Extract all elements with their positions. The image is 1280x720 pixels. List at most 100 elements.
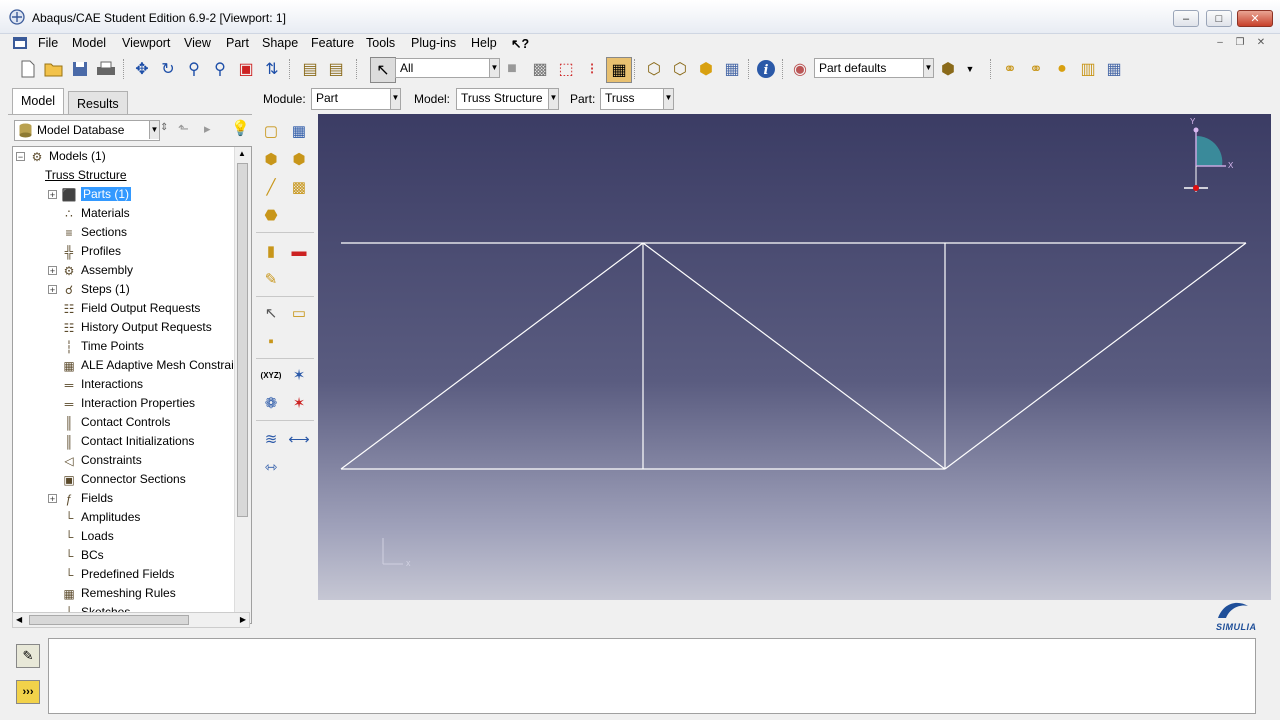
- tree-item-profiles[interactable]: ╬ Profiles: [61, 242, 121, 261]
- boolean-intersect-icon[interactable]: ⚭: [1024, 57, 1048, 81]
- datum-point-icon[interactable]: ▭: [286, 300, 312, 326]
- menu-viewport[interactable]: Viewport: [122, 36, 170, 50]
- tree-item-parts[interactable]: + ⬛ Parts (1): [48, 185, 132, 204]
- viewport-canvas[interactable]: Y X x: [318, 114, 1271, 600]
- tree-item-sections[interactable]: ≡ Sections: [61, 223, 127, 242]
- menu-tools[interactable]: Tools: [366, 36, 395, 50]
- assembly-tools-icon[interactable]: ▥: [1076, 57, 1100, 81]
- close-button[interactable]: ✕: [1237, 10, 1273, 27]
- chevron-down-icon[interactable]: ▼: [958, 57, 982, 81]
- tree-item-history-output[interactable]: ☷ History Output Requests: [61, 318, 212, 337]
- query-point-icon[interactable]: ↖: [258, 300, 284, 326]
- datum-plane-icon[interactable]: ▤: [298, 57, 322, 81]
- select-points-icon[interactable]: ⁝: [580, 57, 604, 81]
- chevron-down-icon[interactable]: ▼: [923, 59, 933, 77]
- parent-level-icon[interactable]: ⬑: [178, 121, 189, 137]
- scroll-up-icon[interactable]: ▲: [238, 149, 246, 158]
- select-box-icon[interactable]: ⬚: [554, 57, 578, 81]
- chevron-down-icon[interactable]: ▼: [390, 89, 400, 109]
- tree-item-materials[interactable]: ∴ Materials: [61, 204, 130, 223]
- menu-part[interactable]: Part: [226, 36, 249, 50]
- mesh-render-icon[interactable]: ▦: [720, 57, 744, 81]
- model-database-combo[interactable]: Model Database ▼: [14, 120, 160, 141]
- wireframe-icon[interactable]: ⬡: [642, 57, 666, 81]
- chevron-down-icon[interactable]: ▼: [548, 89, 558, 109]
- query-info-icon[interactable]: i: [754, 57, 778, 81]
- tab-results[interactable]: Results: [68, 91, 128, 114]
- pan-icon[interactable]: ✥: [130, 57, 154, 81]
- table-icon[interactable]: ▦: [1102, 57, 1126, 81]
- scroll-right-icon[interactable]: ▶: [240, 615, 246, 624]
- mdi-close-button[interactable]: ✕: [1254, 37, 1268, 49]
- chevron-down-icon[interactable]: ▼: [149, 121, 159, 139]
- scroll-left-icon[interactable]: ◀: [16, 615, 22, 624]
- datum-axis-tool-icon[interactable]: ✶: [286, 362, 312, 388]
- tree-item-interactions[interactable]: ═ Interactions: [61, 375, 143, 394]
- module-combo[interactable]: Part ▼: [311, 88, 401, 110]
- rotate-icon[interactable]: ↻: [156, 57, 180, 81]
- create-part-icon[interactable]: ▢: [258, 118, 284, 144]
- selection-filter-combo[interactable]: All ▼: [395, 58, 500, 78]
- collapse-tree-icon[interactable]: ▸: [204, 121, 211, 137]
- datum-xyz-icon[interactable]: (XYZ): [258, 362, 284, 388]
- tree-item-contact-init[interactable]: ║ Contact Initializations: [61, 432, 195, 451]
- chevron-down-icon[interactable]: ▼: [663, 89, 673, 109]
- message-area-icon[interactable]: ✎: [16, 644, 40, 668]
- tree-item-predefined-fields[interactable]: └ Predefined Fields: [61, 565, 175, 584]
- context-help-button[interactable]: ↖?: [511, 36, 529, 51]
- boolean-union-icon[interactable]: ⚭: [998, 57, 1022, 81]
- save-icon[interactable]: [68, 57, 92, 81]
- hidden-line-icon[interactable]: ⬡: [668, 57, 692, 81]
- create-solid-extrude-icon[interactable]: ⬢: [258, 146, 284, 172]
- tree-vertical-scrollbar[interactable]: ▲▼: [234, 147, 251, 623]
- datum-axis-icon[interactable]: ▤: [324, 57, 348, 81]
- tree-item-field-output[interactable]: ☷ Field Output Requests: [61, 299, 201, 318]
- sphere-icon[interactable]: ●: [1050, 57, 1074, 81]
- python-prompt-icon[interactable]: ›››: [16, 680, 40, 704]
- tree-item-ale-mesh[interactable]: ▦ ALE Adaptive Mesh Constrai: [61, 356, 233, 375]
- display-group-icon[interactable]: ⬢: [936, 57, 960, 81]
- create-shell-icon[interactable]: ⬢: [286, 146, 312, 172]
- tree-expander[interactable]: +: [48, 285, 57, 295]
- tree-item-interaction-properties[interactable]: ═ Interaction Properties: [61, 394, 195, 413]
- maximize-button[interactable]: □: [1206, 10, 1232, 27]
- tab-model[interactable]: Model: [12, 88, 65, 115]
- tree-item-fields[interactable]: + ƒ Fields: [48, 489, 113, 508]
- partition-face-icon[interactable]: ▮: [258, 238, 284, 264]
- tree-expander[interactable]: +: [48, 190, 57, 200]
- mdi-minimize-button[interactable]: –: [1213, 37, 1227, 49]
- tree-item-loads[interactable]: └ Loads: [61, 527, 114, 546]
- create-wire-icon[interactable]: ╱: [258, 174, 284, 200]
- select-arrow-icon[interactable]: ↖: [370, 57, 396, 83]
- move-up-down-icon[interactable]: ⇕: [160, 122, 168, 133]
- message-output[interactable]: [48, 638, 1256, 714]
- model-combo[interactable]: Truss Structure ▼: [456, 88, 559, 110]
- print-icon[interactable]: [94, 57, 118, 81]
- tree-item-connector-sections[interactable]: ▣ Connector Sections: [61, 470, 185, 489]
- tree-expander[interactable]: +: [48, 494, 57, 504]
- create-cut-icon[interactable]: ▩: [286, 174, 312, 200]
- part-combo[interactable]: Truss ▼: [600, 88, 674, 110]
- color-palette-icon[interactable]: ◉: [788, 57, 812, 81]
- lightbulb-icon[interactable]: 💡: [231, 119, 250, 137]
- menu-view[interactable]: View: [184, 36, 211, 50]
- datum-csys-icon[interactable]: ✶: [286, 390, 312, 416]
- tree-item-model[interactable]: Truss Structure: [45, 166, 127, 185]
- menu-help[interactable]: Help: [471, 36, 497, 50]
- minimize-button[interactable]: –: [1173, 10, 1199, 27]
- select-from-viewport-icon[interactable]: ▦: [606, 57, 632, 83]
- menu-feature[interactable]: Feature: [311, 36, 354, 50]
- tree-item-models[interactable]: − ⚙ Models (1): [16, 147, 106, 166]
- new-file-icon[interactable]: [16, 57, 40, 81]
- tree-expander[interactable]: +: [48, 266, 57, 276]
- edit-feature-icon[interactable]: ✎: [258, 266, 284, 292]
- scroll-thumb[interactable]: [237, 163, 248, 517]
- partition-edge-icon[interactable]: ▬: [286, 238, 312, 264]
- menu-model[interactable]: Model: [72, 36, 106, 50]
- create-round-icon[interactable]: ⬣: [258, 202, 284, 228]
- box-zoom-icon[interactable]: ⚲: [208, 57, 232, 81]
- system-menu-icon[interactable]: [12, 36, 28, 50]
- tree-item-steps[interactable]: + ☌ Steps (1): [48, 280, 130, 299]
- tree-item-time-points[interactable]: ┆ Time Points: [61, 337, 144, 356]
- render-style-combo[interactable]: Part defaults ▼: [814, 58, 934, 78]
